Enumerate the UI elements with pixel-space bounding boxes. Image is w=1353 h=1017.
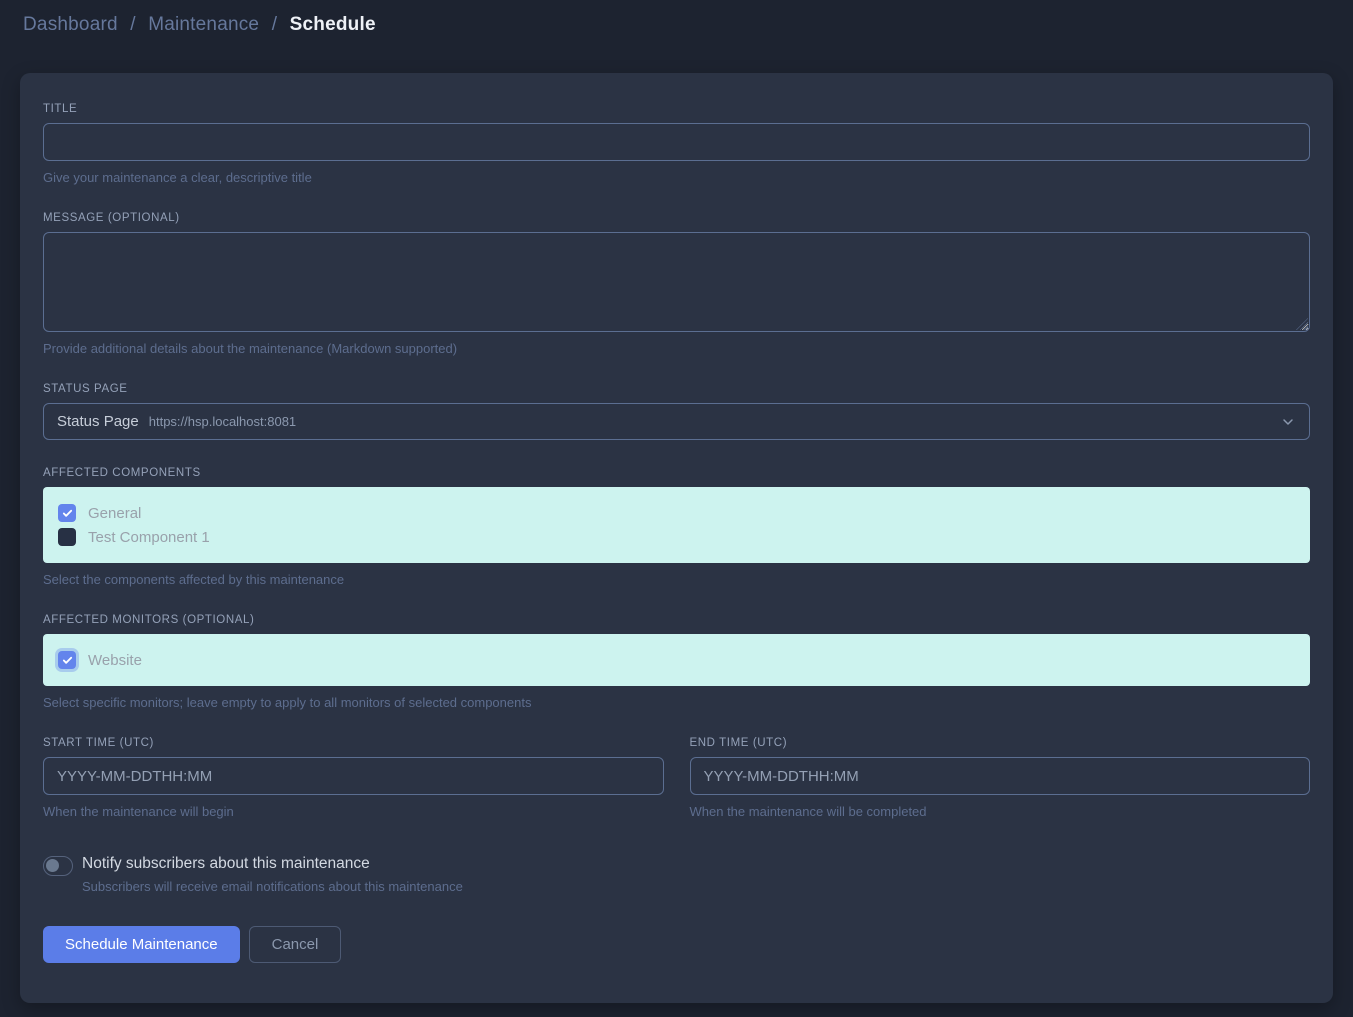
affected-components-panel: General Test Component 1 (43, 487, 1310, 563)
message-textarea[interactable] (43, 232, 1310, 332)
component-option-general[interactable]: General (58, 501, 1295, 525)
start-time-input[interactable] (43, 757, 664, 795)
monitor-option-website[interactable]: Website (58, 648, 1295, 672)
component-option-test-component-1[interactable]: Test Component 1 (58, 525, 1295, 549)
breadcrumb-current-schedule: Schedule (290, 14, 376, 35)
end-time-input[interactable] (690, 757, 1311, 795)
start-time-helper: When the maintenance will begin (43, 804, 664, 819)
notify-subscribers-toggle[interactable] (43, 856, 73, 876)
affected-components-helper: Select the components affected by this m… (43, 572, 1310, 587)
time-fields-row: Start time (UTC) When the maintenance wi… (43, 737, 1310, 819)
notify-subscribers-label: Notify subscribers about this maintenanc… (82, 855, 463, 873)
start-time-field-group: Start time (UTC) When the maintenance wi… (43, 737, 664, 819)
affected-components-label: Affected components (43, 467, 1310, 479)
message-field-group: Message (optional) Provide additional de… (43, 212, 1310, 356)
notify-subscribers-helper: Subscribers will receive email notificat… (82, 879, 463, 894)
end-time-field-group: End time (UTC) When the maintenance will… (690, 737, 1311, 819)
message-label: Message (optional) (43, 212, 1310, 224)
status-page-selected-url: https://hsp.localhost:8081 (149, 414, 296, 429)
end-time-label: End time (UTC) (690, 737, 1311, 749)
affected-monitors-field-group: Affected monitors (optional) Website Sel… (43, 614, 1310, 710)
checkbox-checked-icon[interactable] (58, 504, 76, 522)
affected-monitors-panel: Website (43, 634, 1310, 686)
checkbox-unchecked-icon[interactable] (58, 528, 76, 546)
status-page-selected-name: Status Page (57, 413, 139, 430)
message-helper: Provide additional details about the mai… (43, 341, 1310, 356)
page-body: Title Give your maintenance a clear, des… (0, 50, 1353, 1017)
breadcrumb-item-maintenance[interactable]: Maintenance (148, 14, 259, 35)
form-actions: Schedule Maintenance Cancel (43, 926, 1310, 963)
top-bar: Dashboard / Maintenance / Schedule (0, 0, 1353, 50)
status-page-select[interactable]: Status Page https://hsp.localhost:8081 (43, 403, 1310, 440)
chevron-down-icon (1280, 414, 1296, 430)
breadcrumb-separator: / (272, 14, 277, 35)
notify-toggle-row: Notify subscribers about this maintenanc… (43, 855, 1310, 894)
status-page-label: Status page (43, 383, 1310, 395)
affected-monitors-label: Affected monitors (optional) (43, 614, 1310, 626)
end-time-helper: When the maintenance will be completed (690, 804, 1311, 819)
monitor-option-label: Website (88, 652, 142, 669)
cancel-button[interactable]: Cancel (249, 926, 342, 963)
status-page-field-group: Status page Status Page https://hsp.loca… (43, 383, 1310, 440)
start-time-label: Start time (UTC) (43, 737, 664, 749)
component-option-label: Test Component 1 (88, 529, 210, 546)
affected-monitors-helper: Select specific monitors; leave empty to… (43, 695, 1310, 710)
toggle-knob (46, 859, 59, 872)
title-label: Title (43, 103, 1310, 115)
schedule-maintenance-form: Title Give your maintenance a clear, des… (20, 73, 1333, 1003)
title-field-group: Title Give your maintenance a clear, des… (43, 103, 1310, 185)
checkbox-checked-icon[interactable] (58, 651, 76, 669)
component-option-label: General (88, 505, 141, 522)
title-input[interactable] (43, 123, 1310, 161)
breadcrumb-item-dashboard[interactable]: Dashboard (23, 14, 118, 35)
affected-components-field-group: Affected components General (43, 467, 1310, 587)
breadcrumb: Dashboard / Maintenance / Schedule (23, 14, 376, 36)
schedule-maintenance-button[interactable]: Schedule Maintenance (43, 926, 240, 963)
title-helper: Give your maintenance a clear, descripti… (43, 170, 1310, 185)
breadcrumb-separator: / (130, 14, 135, 35)
